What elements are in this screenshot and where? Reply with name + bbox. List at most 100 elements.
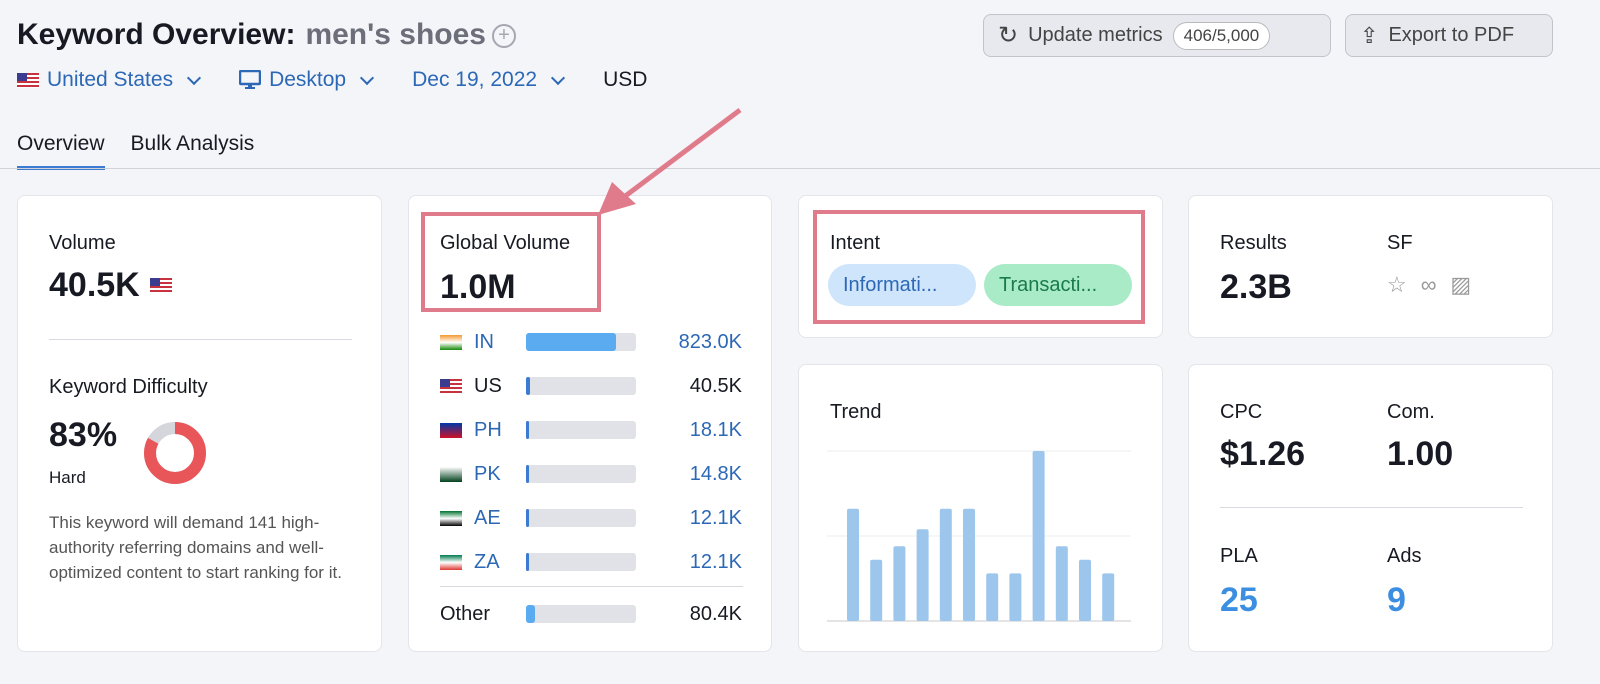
update-label: Update metrics	[1028, 24, 1163, 46]
trend-bar[interactable]	[870, 559, 883, 621]
country-select[interactable]: United States	[17, 68, 202, 92]
trend-bar[interactable]	[986, 573, 999, 621]
export-pdf-button[interactable]: ⇪ Export to PDF	[1345, 14, 1553, 57]
global-volume-value: 1.0M	[440, 268, 516, 306]
country-code-text: ZA	[474, 550, 500, 573]
us-flag-icon	[149, 278, 172, 293]
page-title: Keyword Overview: men's shoes +	[17, 18, 516, 52]
star-icon: ☆	[1387, 272, 1407, 297]
country-label: United States	[47, 68, 174, 91]
kd-donut	[144, 422, 206, 484]
country-code[interactable]: AE	[440, 507, 510, 530]
pla-label: PLA	[1220, 545, 1258, 567]
us-flag-icon	[440, 378, 462, 394]
results-card: Results 2.3B SF ☆ ∞ ▨	[1188, 195, 1553, 338]
volume-bar	[526, 333, 636, 351]
device-select[interactable]: Desktop	[239, 68, 375, 92]
country-code-text: IN	[474, 330, 494, 353]
results-label: Results	[1220, 232, 1287, 254]
trend-card: Trend	[798, 364, 1163, 652]
za-flag-icon	[440, 554, 462, 570]
country-code[interactable]: PK	[440, 463, 510, 486]
intent-transactional-tag[interactable]: Transacti...	[984, 264, 1132, 306]
refresh-icon: ↻	[998, 22, 1019, 49]
trend-bar[interactable]	[963, 508, 975, 621]
keyword: men's shoes	[305, 18, 486, 51]
volume-bar	[526, 377, 636, 395]
pla-value[interactable]: 25	[1220, 581, 1258, 620]
tabs: Overview Bulk Analysis	[17, 132, 254, 170]
intent-informational-tag[interactable]: Informati...	[828, 264, 976, 306]
cpc-card: CPC $1.26 Com. 1.00 PLA 25 Ads 9	[1188, 364, 1553, 652]
country-row-us: US 40.5K	[440, 364, 742, 408]
country-value[interactable]: 18.1K	[636, 419, 742, 442]
volume-bar	[526, 553, 636, 571]
ae-flag-icon	[440, 510, 462, 526]
image-icon: ▨	[1450, 272, 1472, 297]
in-flag-icon	[440, 334, 462, 350]
global-volume-card: Global Volume 1.0M IN 823.0K US 40.5K PH 18.1…	[408, 195, 772, 652]
trend-bar[interactable]	[893, 546, 906, 621]
country-list: IN 823.0K US 40.5K PH 18.1K PK 14.8K AE 12.1K ZA 12…	[440, 320, 742, 584]
cpc-value: $1.26	[1220, 435, 1306, 473]
country-value[interactable]: 823.0K	[636, 331, 742, 354]
kd-level: Hard	[49, 468, 86, 487]
country-code-text: PK	[474, 462, 501, 485]
trend-label: Trend	[830, 401, 882, 423]
chevron-down-icon	[550, 70, 566, 86]
currency: USD	[603, 68, 648, 91]
trend-bar[interactable]	[1009, 573, 1022, 621]
trend-bar[interactable]	[916, 529, 929, 621]
cpc-label: CPC	[1220, 401, 1263, 423]
tab-bulk-analysis[interactable]: Bulk Analysis	[131, 132, 255, 170]
trend-bar[interactable]	[939, 508, 952, 621]
ads-label: Ads	[1387, 545, 1422, 567]
kd-value: 83%	[49, 416, 118, 454]
country-row-za: ZA 12.1K	[440, 540, 742, 584]
country-code[interactable]: IN	[440, 331, 510, 354]
title-text: Keyword Overview:	[17, 18, 296, 51]
divider	[49, 339, 352, 340]
desktop-icon	[239, 70, 262, 89]
country-code[interactable]: ZA	[440, 551, 510, 574]
country-code-text: US	[474, 374, 502, 397]
country-value: 40.5K	[689, 374, 742, 397]
volume-card: Volume 40.5K Keyword Difficulty 83% Hard…	[17, 195, 382, 652]
country-row-in: IN 823.0K	[440, 320, 742, 364]
kd-label: Keyword Difficulty	[49, 376, 208, 398]
device-label: Desktop	[269, 68, 347, 91]
divider	[0, 168, 1600, 169]
update-metrics-button[interactable]: ↻ Update metrics 406/5,000	[983, 14, 1331, 57]
date-select[interactable]: Dec 19, 2022	[412, 68, 566, 92]
volume-label: Volume	[49, 232, 116, 254]
country-code[interactable]: PH	[440, 419, 510, 442]
tab-overview[interactable]: Overview	[17, 132, 105, 170]
intent-label: Intent	[830, 232, 881, 254]
trend-bar[interactable]	[1032, 451, 1045, 621]
trend-bar[interactable]	[1079, 559, 1091, 621]
country-value[interactable]: 12.1K	[636, 551, 742, 574]
intent-card: Intent Informati... Transacti...	[798, 195, 1163, 338]
export-label: Export to PDF	[1388, 24, 1515, 46]
annotation-arrow	[598, 108, 742, 215]
divider	[1220, 507, 1523, 508]
plus-circle-icon[interactable]: +	[491, 24, 516, 49]
link-icon: ∞	[1420, 272, 1437, 297]
pk-flag-icon	[440, 466, 462, 482]
ads-value[interactable]: 9	[1387, 581, 1406, 620]
trend-bar[interactable]	[847, 508, 859, 621]
ph-flag-icon	[440, 422, 462, 438]
country-code: US	[440, 375, 510, 398]
trend-bar[interactable]	[1102, 573, 1115, 621]
sf-label: SF	[1387, 232, 1413, 254]
upload-icon: ⇪	[1360, 22, 1379, 48]
country-code-text: PH	[474, 418, 502, 441]
kd-description: This keyword will demand 141 high-author…	[49, 513, 342, 582]
country-value[interactable]: 12.1K	[636, 507, 742, 530]
country-value[interactable]: 14.8K	[636, 463, 742, 486]
trend-bar[interactable]	[1055, 546, 1068, 621]
volume-bar	[526, 465, 636, 483]
com-label: Com.	[1387, 401, 1435, 423]
country-code-text: AE	[474, 506, 501, 529]
other-value: 80.4K	[689, 602, 742, 625]
